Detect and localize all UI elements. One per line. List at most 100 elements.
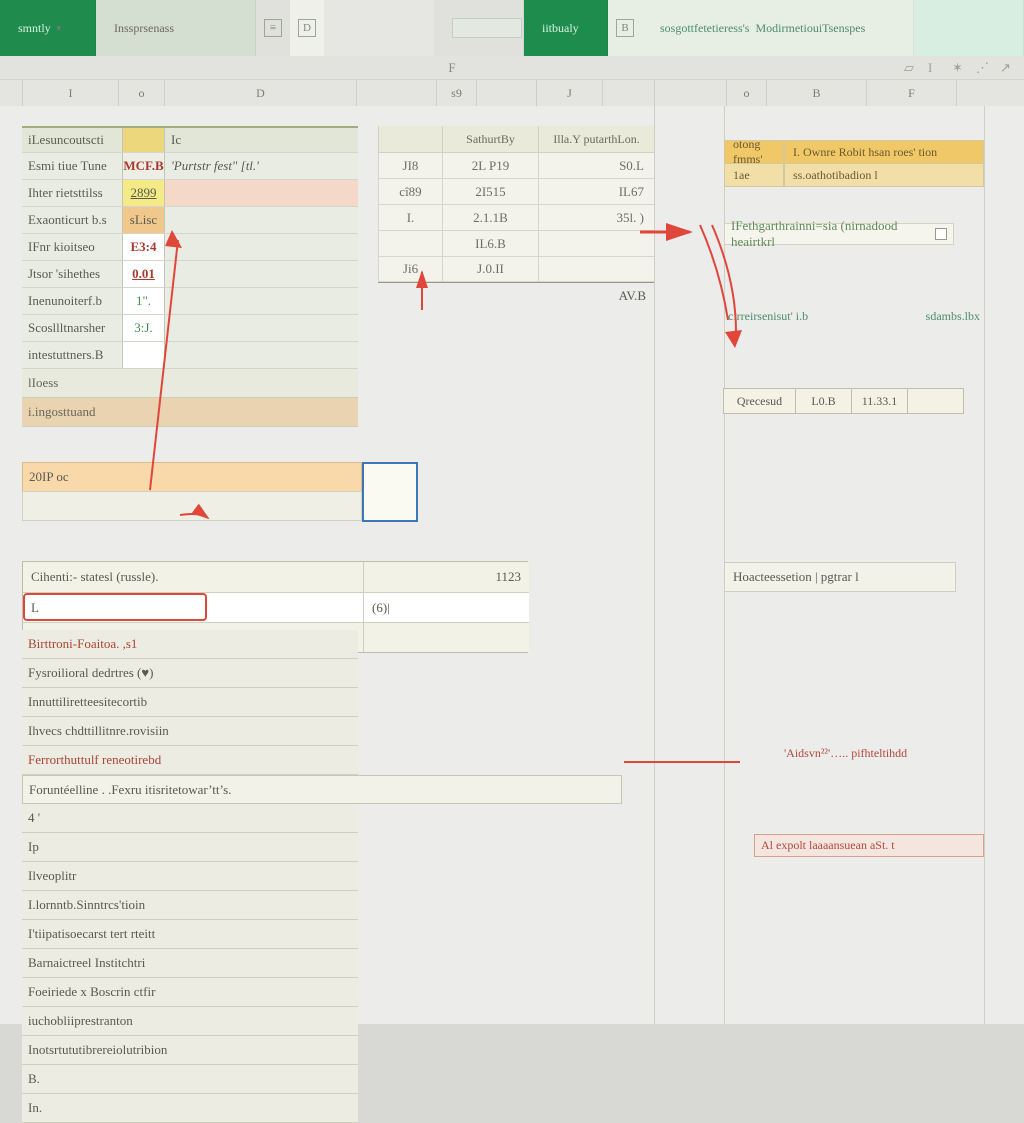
col-hdr[interactable]: J	[536, 80, 602, 106]
toolbar-btn-3[interactable]: B	[608, 0, 642, 56]
cell[interactable]: Cihenti:- statesl (russle).	[23, 562, 363, 592]
toolbar-btn-1[interactable]: ≡	[256, 0, 290, 56]
list-item[interactable]: Innuttiliretteesitecortib	[22, 688, 358, 717]
cell[interactable]	[378, 231, 442, 257]
cell[interactable]: Esmi tiue Tune	[22, 158, 122, 174]
list-item[interactable]: Inotsrtututibrereiolutribion	[22, 1036, 358, 1065]
cell[interactable]: J.0.II	[442, 257, 538, 282]
note-row-2[interactable]: Hoacteessetion | pgtrar l	[724, 562, 956, 592]
tool-icon-5[interactable]: ↗	[1000, 60, 1016, 76]
list-item[interactable]: Birttroni-Foaitoa. ,s1	[22, 630, 358, 659]
wide-row[interactable]: lIoess	[22, 369, 358, 398]
cell[interactable]: 2I515	[442, 179, 538, 205]
cell[interactable]	[164, 234, 358, 260]
cell[interactable]: MCF.B	[122, 153, 164, 179]
formula-box[interactable]: sq〜	[434, 0, 524, 56]
cell[interactable]: AV.B	[619, 288, 646, 304]
cell[interactable]: Ic	[164, 128, 358, 152]
wide-row[interactable]: i.ingosttuand	[22, 398, 358, 427]
col-hdr[interactable]: B	[766, 80, 866, 106]
cell[interactable]: cî89	[378, 179, 442, 205]
list-item[interactable]: Fysroilioral dedrtres (♥)	[22, 659, 358, 688]
cell[interactable]: Qrecesud	[723, 388, 796, 414]
cell[interactable]: L	[23, 592, 363, 622]
cell[interactable]: SathurtBy	[442, 126, 538, 153]
cell[interactable]: Ji6	[378, 257, 442, 282]
tab-insert[interactable]: Inssprsenass	[96, 0, 256, 56]
cell[interactable]: Illa.Y putarthLon.	[538, 126, 654, 153]
cell[interactable]	[164, 180, 358, 206]
worksheet[interactable]: iLesuncoutscti Ic Esmi tiue Tune MCF.B '…	[0, 106, 1024, 1024]
cell[interactable]: iLesuncoutscti	[22, 132, 122, 148]
cell[interactable]	[122, 128, 164, 152]
list-item[interactable]: 4 '	[22, 804, 358, 833]
cell[interactable]: IL6.B	[442, 231, 538, 257]
list-item[interactable]: B.	[22, 1065, 358, 1094]
tool-icon-4[interactable]: ⋰	[976, 60, 992, 76]
search-input[interactable]	[452, 18, 522, 38]
cell[interactable]	[164, 207, 358, 233]
list-item[interactable]: I.lornntb.Sinntrcs'tioin	[22, 891, 358, 920]
col-hdr[interactable]: I	[22, 80, 118, 106]
col-hdr[interactable]	[356, 80, 436, 106]
cell[interactable]	[907, 388, 964, 414]
cell[interactable]	[378, 126, 442, 153]
cell[interactable]	[164, 315, 358, 341]
cell[interactable]: JI8	[378, 153, 442, 179]
cell[interactable]: 11.33.1	[851, 388, 908, 414]
cell[interactable]	[164, 288, 358, 314]
list-item[interactable]: I'tiipatisoecarst tert rteitt	[22, 920, 358, 949]
cell[interactable]	[538, 231, 654, 257]
cell[interactable]: Inenunoiterf.b	[22, 293, 122, 309]
cell[interactable]	[164, 342, 358, 368]
cell[interactable]: L0.B	[795, 388, 852, 414]
cell[interactable]	[122, 342, 164, 368]
col-hdr[interactable]: o	[726, 80, 766, 106]
active-cell-selection[interactable]	[362, 462, 418, 522]
cell[interactable]	[538, 257, 654, 282]
cell[interactable]: (6)|	[363, 592, 529, 622]
list-item[interactable]: Ip	[22, 833, 358, 862]
cell[interactable]: E3:4	[122, 234, 164, 260]
cell[interactable]	[22, 491, 362, 521]
cell[interactable]: Jtsor 'sihethes	[22, 266, 122, 282]
cell[interactable]: 'Purtstr fest" [tl.'	[164, 153, 358, 179]
cell[interactable]: 1123	[363, 562, 529, 592]
cell[interactable]: IFnr kioitseo	[22, 239, 122, 255]
list-item[interactable]: Foruntéelline . .Fexru itisritetowar’tt’…	[22, 775, 622, 804]
cell[interactable]: 2899	[122, 180, 164, 206]
cell[interactable]: sLisc	[122, 207, 164, 233]
tab-data[interactable]: iitbualy	[524, 0, 608, 56]
tool-icon-1[interactable]: ▱	[904, 60, 920, 76]
tab-home[interactable]: smntly▾	[0, 0, 96, 56]
list-item[interactable]: In.	[22, 1094, 358, 1123]
tool-icon-2[interactable]: I	[928, 60, 944, 76]
list-item[interactable]: Barnaictreel Institchtri	[22, 949, 358, 978]
cell[interactable]	[363, 622, 529, 652]
col-hdr[interactable]: D	[164, 80, 356, 106]
col-hdr[interactable]	[476, 80, 536, 106]
cell[interactable]: 35l. )	[538, 205, 654, 231]
toolbar-btn-2[interactable]: D	[290, 0, 324, 56]
cell[interactable]: intestuttners.B	[22, 347, 122, 363]
cell[interactable]: I.	[378, 205, 442, 231]
cell[interactable]	[164, 261, 358, 287]
cell[interactable]: Scosllltnarsher	[22, 320, 122, 336]
list-item[interactable]: Ferrorthuttulf reneotirebd	[22, 746, 358, 775]
highlighted-cell[interactable]: 20IP oc	[22, 462, 362, 492]
checkbox-icon[interactable]	[935, 228, 947, 240]
note-row[interactable]: IFethgarthrainni=sia (nirnadood heairtkr…	[724, 223, 954, 245]
tool-icon-3[interactable]: ✶	[952, 60, 968, 76]
list-item[interactable]: Ilveoplitr	[22, 862, 358, 891]
cell[interactable]: IL67	[538, 179, 654, 205]
cell[interactable]: 2L P19	[442, 153, 538, 179]
list-item[interactable]: iuchobliiprestranton	[22, 1007, 358, 1036]
cell[interactable]: 3:J.	[122, 315, 164, 341]
cell[interactable]: Ihter rietsttilss	[22, 185, 122, 201]
cell[interactable]: 1".	[122, 288, 164, 314]
col-hdr[interactable]: o	[118, 80, 164, 106]
col-hdr[interactable]: F	[866, 80, 956, 106]
cell[interactable]: 2.1.1B	[442, 205, 538, 231]
cell[interactable]: 0.01	[122, 261, 164, 287]
cell[interactable]: S0.L	[538, 153, 654, 179]
